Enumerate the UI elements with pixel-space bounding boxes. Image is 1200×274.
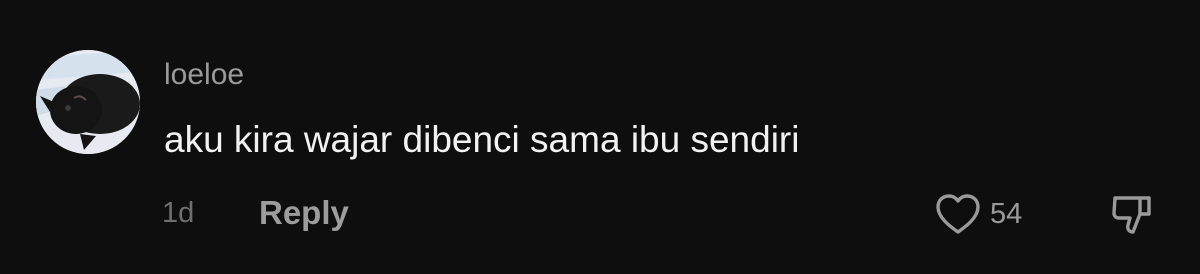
like-count: 54 <box>990 198 1023 230</box>
reply-button[interactable]: Reply <box>259 194 349 232</box>
like-group: 54 <box>934 192 1022 236</box>
black-cat-avatar-icon <box>36 50 140 154</box>
heart-outline-icon[interactable] <box>934 192 982 236</box>
avatar[interactable] <box>36 50 140 154</box>
timestamp: 1d <box>162 197 195 229</box>
comment-item: loeloe aku kira wajar dibenci sama ibu s… <box>0 0 1200 274</box>
thumbs-down-icon[interactable] <box>1110 194 1154 236</box>
comment-text: aku kira wajar dibenci sama ibu sendiri <box>164 119 800 160</box>
username[interactable]: loeloe <box>164 58 244 92</box>
